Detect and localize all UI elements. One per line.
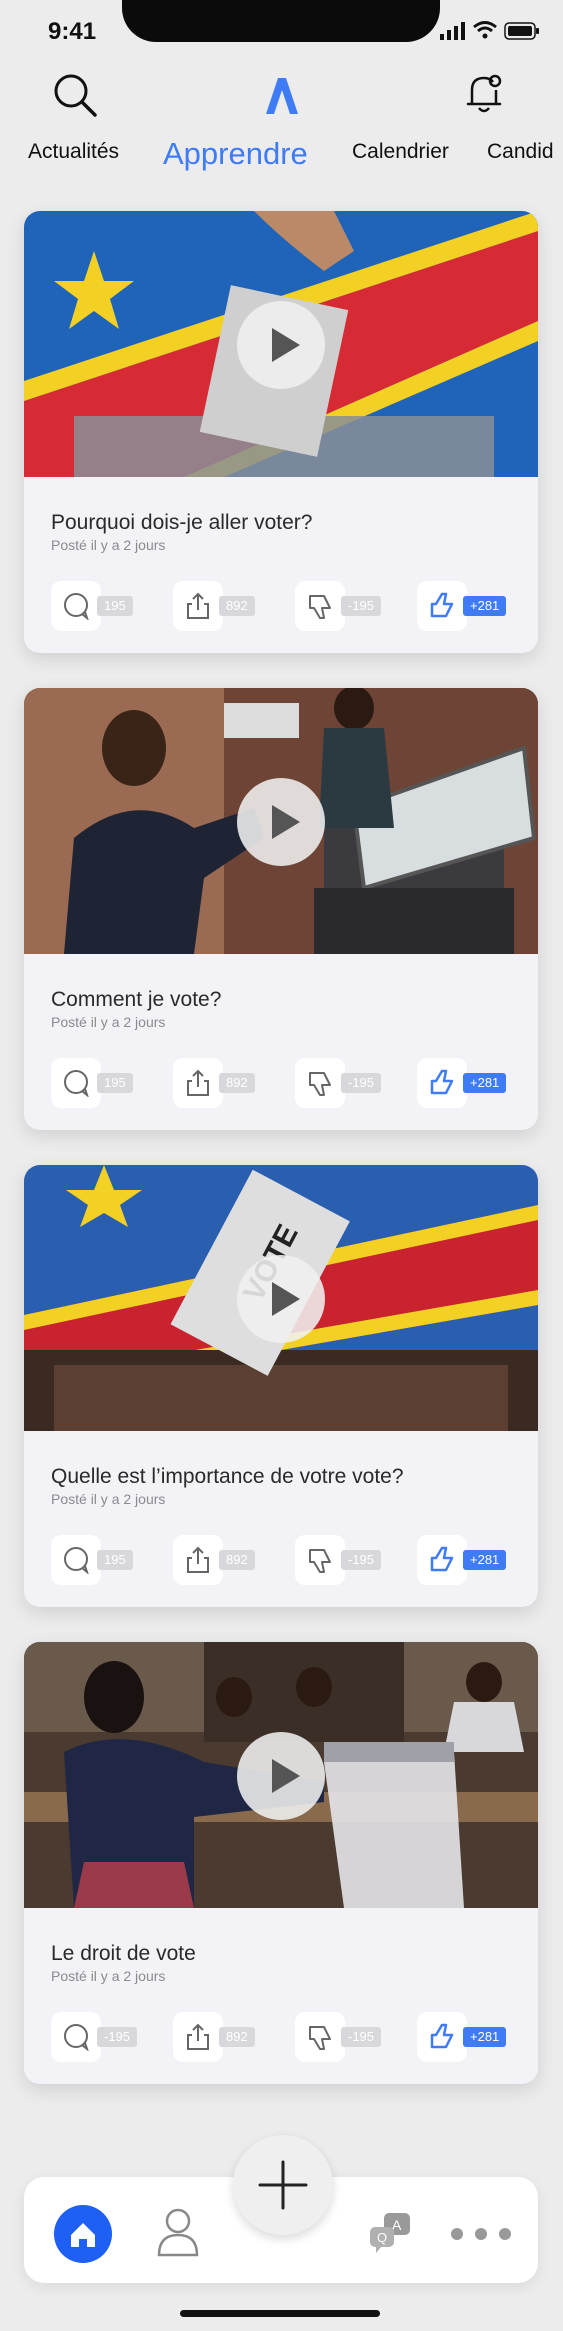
tab-candidats[interactable]: Candid xyxy=(487,140,554,164)
bell-icon[interactable] xyxy=(464,70,504,116)
share-count: 892 xyxy=(219,1073,255,1093)
card-posted-time: Posté il y a 2 jours xyxy=(51,1014,166,1030)
play-button[interactable] xyxy=(237,778,325,866)
qa-letter-q: Q xyxy=(377,2230,387,2245)
qa-icon[interactable]: A Q xyxy=(368,2211,414,2257)
video-thumbnail[interactable] xyxy=(24,1642,538,1908)
play-button[interactable] xyxy=(237,1732,325,1820)
comment-icon xyxy=(64,1070,89,1097)
search-icon[interactable] xyxy=(52,72,98,118)
thumbs-up-icon xyxy=(430,592,454,618)
like-count: +281 xyxy=(463,1550,507,1570)
comment-count: 195 xyxy=(97,1550,133,1570)
video-card[interactable]: VOTE Quelle est l’importance de votre vo… xyxy=(24,1165,538,1607)
comment-icon xyxy=(64,593,89,620)
card-actions: -195 892 -195 +281 xyxy=(51,2012,521,2062)
tab-actualites[interactable]: Actualités xyxy=(28,140,119,164)
add-button[interactable] xyxy=(233,2135,333,2235)
share-icon xyxy=(187,1546,209,1573)
card-actions: 195 892 -195 +281 xyxy=(51,1058,521,1108)
thumbs-down-icon xyxy=(309,1549,331,1573)
like-count: +281 xyxy=(463,2027,507,2047)
video-thumbnail[interactable]: VOTE xyxy=(24,1165,538,1431)
video-card[interactable]: Comment je vote? Posté il y a 2 jours 19… xyxy=(24,688,538,1130)
comment-count: 195 xyxy=(97,596,133,616)
home-indicator xyxy=(180,2310,380,2317)
video-card[interactable]: Le droit de vote Posté il y a 2 jours -1… xyxy=(24,1642,538,2084)
home-icon[interactable] xyxy=(54,2205,112,2263)
like-count: +281 xyxy=(463,1073,507,1093)
thumbs-up-icon xyxy=(430,1546,454,1572)
share-count: 892 xyxy=(219,1550,255,1570)
status-time: 9:41 xyxy=(48,18,97,45)
share-count: 892 xyxy=(219,2027,255,2047)
card-posted-time: Posté il y a 2 jours xyxy=(51,537,166,553)
video-card[interactable]: Pourquoi dois-je aller voter? Posté il y… xyxy=(24,211,538,653)
status-bar: 9:41 xyxy=(0,0,563,60)
thumbs-down-icon xyxy=(309,1072,331,1096)
card-title[interactable]: Quelle est l’importance de votre vote? xyxy=(51,1465,404,1489)
comment-icon xyxy=(64,1547,89,1574)
thumbs-up-icon xyxy=(430,2023,454,2049)
signal-icon xyxy=(440,22,465,40)
share-icon xyxy=(187,2023,209,2050)
card-actions: 195 892 -195 +281 xyxy=(51,1535,521,1585)
notch xyxy=(122,0,440,42)
wifi-icon xyxy=(473,21,497,39)
profile-icon[interactable] xyxy=(156,2205,200,2259)
tab-calendrier[interactable]: Calendrier xyxy=(352,140,449,164)
more-icon[interactable] xyxy=(450,2227,512,2241)
category-tabs: Actualités Apprendre Calendrier Candid xyxy=(0,136,563,180)
card-posted-time: Posté il y a 2 jours xyxy=(51,1491,166,1507)
tab-apprendre[interactable]: Apprendre xyxy=(163,136,308,172)
card-title[interactable]: Pourquoi dois-je aller voter? xyxy=(51,511,312,535)
thumbs-down-icon xyxy=(309,2026,331,2050)
logo-icon[interactable] xyxy=(262,74,302,116)
card-posted-time: Posté il y a 2 jours xyxy=(51,1968,166,1984)
comment-count: 195 xyxy=(97,1073,133,1093)
card-title[interactable]: Comment je vote? xyxy=(51,988,221,1012)
card-title[interactable]: Le droit de vote xyxy=(51,1942,196,1966)
dislike-count: -195 xyxy=(341,2027,382,2047)
video-thumbnail[interactable] xyxy=(24,688,538,954)
video-thumbnail[interactable] xyxy=(24,211,538,477)
dislike-count: -195 xyxy=(341,1073,382,1093)
share-count: 892 xyxy=(219,596,255,616)
share-icon xyxy=(187,1069,209,1096)
card-actions: 195 892 -195 +281 xyxy=(51,581,521,631)
battery-icon xyxy=(504,22,539,40)
play-button[interactable] xyxy=(237,1255,325,1343)
share-icon xyxy=(187,592,209,619)
thumbs-down-icon xyxy=(309,595,331,619)
like-count: +281 xyxy=(463,596,507,616)
comment-icon xyxy=(64,2024,89,2051)
play-button[interactable] xyxy=(237,301,325,389)
dislike-count: -195 xyxy=(341,1550,382,1570)
thumbs-up-icon xyxy=(430,1069,454,1095)
dislike-count: -195 xyxy=(341,596,382,616)
plus-icon xyxy=(258,2160,308,2210)
comment-count: -195 xyxy=(97,2027,138,2047)
